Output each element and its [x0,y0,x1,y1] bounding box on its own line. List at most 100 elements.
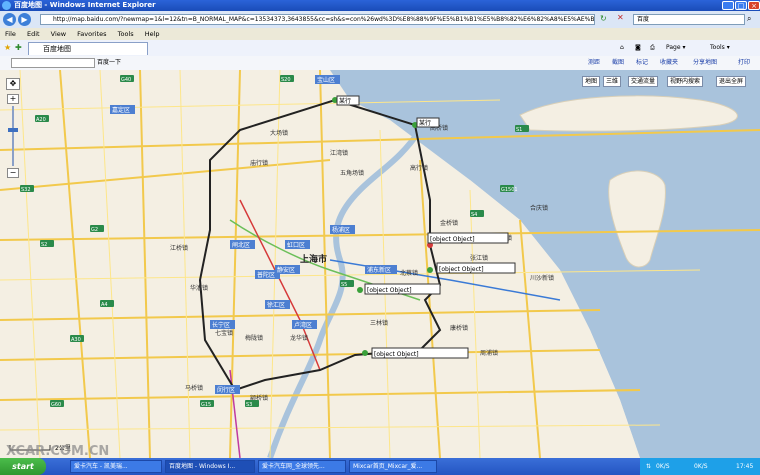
town-label: 金桥镇 [440,219,458,227]
map-search-input[interactable] [11,58,95,68]
tools-menu-label: Tools [710,44,725,51]
start-button[interactable]: start [0,458,46,475]
tray-rate: 0K/S [656,463,670,470]
tab-label: 百度地图 [43,45,71,53]
maximize-icon[interactable]: □ [735,1,747,10]
taskbar-task[interactable]: Mixcar首页_Mixcar_爱... [349,460,437,473]
clock: 17:45 [736,463,754,470]
town-label: 康桥镇 [450,324,468,332]
district-label: 普陀区 [257,271,275,279]
district-label: 闵行区 [217,386,235,394]
exit-fullscreen-button[interactable]: 退出全屏 [716,76,747,87]
mark-link[interactable]: 标记 [636,58,648,68]
search-input[interactable]: 百度 [633,14,745,25]
share-link[interactable]: 分享地图 [693,58,717,68]
menu-help[interactable]: Help [145,30,160,38]
tools-menu[interactable]: Tools ▾ [710,43,730,53]
address-bar[interactable]: http://map.baidu.com/?newmap=1&l=12&tn=B… [40,14,595,25]
district-label: 长宁区 [212,321,230,329]
town-label: 周浦镇 [480,349,498,357]
favorites-star-icon[interactable]: ★ [4,43,11,52]
district-label: 静安区 [277,266,295,274]
town-label: 张江镇 [470,254,488,262]
route-callout-text: [object Object] [439,266,484,273]
route-callout-text: 某行 [339,97,351,105]
tab-baidu-map[interactable]: 百度地图 [28,42,148,55]
view-search-button[interactable]: 视野内搜索 [667,76,704,87]
3d-type-button[interactable]: 三维 [603,76,622,87]
zoom-in-icon[interactable]: + [7,94,19,104]
search-icon[interactable]: ⌕ [747,14,751,24]
home-icon[interactable]: ⌂ [620,43,624,53]
menu-edit[interactable]: Edit [27,30,40,38]
taskbar-task[interactable]: 爱卡汽车 - 凯美瑞... [70,460,162,473]
close-icon[interactable]: × [748,1,760,10]
menu-favorites[interactable]: Favorites [77,30,106,38]
minimize-icon[interactable]: _ [722,1,734,10]
town-label: 北蔡镇 [400,269,418,277]
menu-tools[interactable]: Tools [118,30,134,38]
ie-icon [2,1,11,10]
watermark: XCAR.COM.CN [6,444,109,458]
city-label: 上海市 [300,253,327,265]
map-type-button[interactable]: 地图 [582,76,601,87]
town-label: 庙行镇 [250,159,268,167]
highway-shield-label: S32 [21,187,31,193]
back-icon[interactable]: ◀ [3,13,16,26]
map-canvas[interactable]: 江湾镇 五角场镇 大场镇 江桥镇 华漕镇 七宝镇 梅陇镇 北蔡镇 三林镇 高桥镇… [0,70,760,458]
town-label: 梅陇镇 [245,334,263,342]
print-icon[interactable]: ⎙ [650,43,655,53]
zoom-out-icon[interactable]: − [7,168,19,178]
traffic-button[interactable]: 交通流量 [628,76,659,87]
system-tray: ⇅ 0K/S 0K/S 17:45 [640,458,760,475]
district-label: 虹口区 [287,241,305,249]
forward-icon[interactable]: ▶ [18,13,31,26]
stop-icon[interactable]: ✕ [617,13,624,22]
refresh-icon[interactable]: ↻ [600,14,607,23]
town-label: 高行镇 [410,164,428,172]
feeds-icon[interactable]: ◙ [635,43,641,53]
menu-bar: File Edit View Favorites Tools Help [0,28,760,40]
town-label: 五角场镇 [340,169,364,177]
window-title-bar: 百度地图 - Windows Internet Explorer _ □ × [0,0,760,11]
district-label: 浦东新区 [367,266,391,274]
window-title: 百度地图 - Windows Internet Explorer [14,1,156,9]
pan-icon[interactable]: ✥ [6,78,20,90]
map-search-button[interactable]: 百度一下 [97,58,121,68]
route-marker[interactable] [427,267,433,273]
zoom-slider[interactable] [12,106,14,166]
route-marker[interactable] [362,350,368,356]
town-label: 江湾镇 [330,149,348,157]
route-callout-text: 某行 [419,119,431,127]
zoom-handle[interactable] [8,128,18,132]
network-icon[interactable]: ⇅ [646,458,651,475]
map-graphic: 江湾镇 五角场镇 大场镇 江桥镇 华漕镇 七宝镇 梅陇镇 北蔡镇 三林镇 高桥镇… [0,70,760,458]
measure-link[interactable]: 测距 [588,58,600,68]
town-label: 龙华镇 [290,334,308,342]
district-label: 杨浦区 [332,226,350,234]
page-menu[interactable]: Page ▾ [666,43,685,53]
taskbar-task[interactable]: 爱卡汽车网_全球领先... [258,460,346,473]
town-label: 江桥镇 [170,244,188,252]
highway-shield-label: G1501 [501,187,518,193]
address-row: ◀ ▶ http://map.baidu.com/?newmap=1&l=12&… [0,11,760,28]
district-label: 嘉定区 [112,106,130,114]
highway-shield-label: A30 [71,337,81,343]
highway-shield-label: S1 [516,127,522,133]
add-favorite-icon[interactable]: ✚ [15,43,22,52]
highway-shield-label: A20 [36,117,46,123]
menu-view[interactable]: View [51,30,66,38]
route-marker[interactable] [357,287,363,293]
highway-shield-label: A4 [101,302,108,308]
screenshot-link[interactable]: 截图 [612,58,624,68]
highway-shield-label: S4 [471,212,477,218]
print-link[interactable]: 打印 [738,58,750,68]
highway-shield-label: S20 [281,77,291,83]
menu-file[interactable]: File [5,30,16,38]
district-label: 徐汇区 [267,301,285,309]
tab-row: ★ ✚ 百度地图 ⌂ ◙ ⎙ Page ▾ Tools ▾ [0,40,760,57]
taskbar-task-active[interactable]: 百度地图 - Windows I... [165,460,255,473]
tray-rate: 0K/S [694,463,708,470]
highway-shield-label: G2 [91,227,98,233]
favorites-link[interactable]: 收藏夹 [660,58,678,68]
